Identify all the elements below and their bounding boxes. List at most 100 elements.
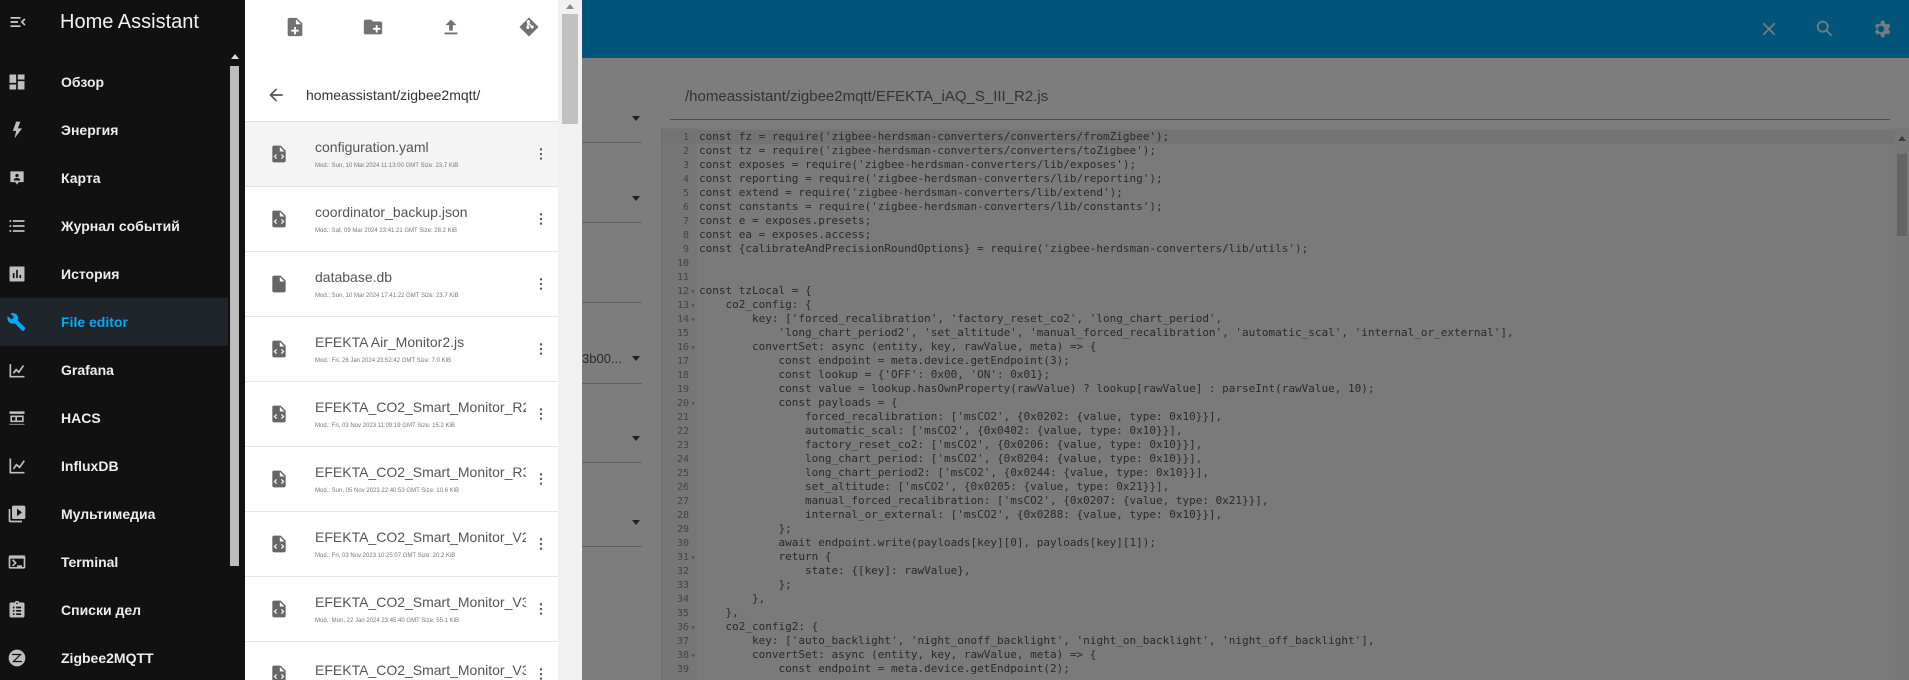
map-icon <box>0 154 34 202</box>
sidebar-item-grafana[interactable]: Grafana <box>0 346 228 394</box>
upload-icon[interactable] <box>412 0 490 54</box>
file-meta: Mod.: Sun, 10 Mar 2024 17:41:22 GMT Size… <box>315 293 459 299</box>
file-code-icon <box>245 187 298 251</box>
file-code-icon <box>245 317 298 381</box>
file-list-item[interactable]: configuration.yaml Mod.: Sun, 10 Mar 2024… <box>245 122 558 187</box>
file-browser-path-row: homeassistant/zigbee2mqtt/ <box>245 68 558 122</box>
file-name: EFEKTA Air_Monitor2.js <box>315 334 465 350</box>
sidebar-item-file-editor[interactable]: File editor <box>0 298 228 346</box>
file-text: configuration.yaml Mod.: Sun, 10 Mar 2024… <box>298 139 526 169</box>
sidebar-item-zigbee2mqtt[interactable]: Zigbee2MQTT <box>0 634 228 680</box>
console-icon <box>0 538 34 586</box>
file-list-item[interactable]: database.db Mod.: Sun, 10 Mar 2024 17:41:… <box>245 252 558 317</box>
file-code-icon <box>245 382 298 446</box>
sidebar-header: Home Assistant <box>0 0 245 44</box>
dashboard-icon <box>0 58 34 106</box>
new-folder-icon[interactable] <box>334 0 412 54</box>
file-meta: Mod.: Sun, 05 Nov 2023 22:40:53 GMT Size… <box>315 488 459 494</box>
file-text: EFEKTA_CO2_Smart_Monitor_V3. Mod.: Mon, 2… <box>298 594 526 624</box>
file-text: EFEKTA_CO2_Smart_Monitor_V2. Mod.: Fri, 0… <box>298 529 526 559</box>
back-arrow-icon[interactable] <box>245 68 295 122</box>
more-vertical-icon[interactable] <box>526 187 556 251</box>
wrench-icon <box>0 298 34 346</box>
sidebar-item-списки-дел[interactable]: Списки дел <box>0 586 228 634</box>
file-meta: Mod.: Mon, 22 Jan 2024 23:45:40 GMT Size… <box>315 618 459 624</box>
scroll-up-icon[interactable] <box>566 4 574 9</box>
sidebar-item-terminal[interactable]: Terminal <box>0 538 228 586</box>
file-list-item[interactable]: EFEKTA_CO2_Smart_Monitor_R3. Mod.: Sun, 0… <box>245 447 558 512</box>
file-name: EFEKTA_CO2_Smart_Monitor_R2. <box>315 399 526 415</box>
git-icon[interactable] <box>490 0 568 54</box>
sidebar-item-label: Обзор <box>61 74 105 90</box>
file-list-scrollbar[interactable] <box>558 0 582 680</box>
more-vertical-icon[interactable] <box>526 317 556 381</box>
file-name: database.db <box>315 269 393 285</box>
more-vertical-icon[interactable] <box>526 382 556 446</box>
file-list-item[interactable]: coordinator_backup.json Mod.: Sat, 09 Mar… <box>245 187 558 252</box>
sidebar-item-обзор[interactable]: Обзор <box>0 58 228 106</box>
file-list-item[interactable]: EFEKTA_CO2_Smart_Monitor_R2. Mod.: Fri, 0… <box>245 382 558 447</box>
sidebar-item-энергия[interactable]: Энергия <box>0 106 228 154</box>
sidebar-item-label: Grafana <box>61 362 114 378</box>
file-code-icon <box>245 447 298 511</box>
sidebar-item-история[interactable]: История <box>0 250 228 298</box>
file-browser-toolbar <box>245 0 582 54</box>
current-folder-path: homeassistant/zigbee2mqtt/ <box>306 86 481 103</box>
scrollbar-thumb[interactable] <box>230 66 239 566</box>
file-name: EFEKTA_CO2_Smart_Monitor_V3. <box>315 662 526 678</box>
sidebar-item-label: InfluxDB <box>61 458 119 474</box>
sidebar-title: Home Assistant <box>60 10 199 33</box>
file-meta: Mod.: Sun, 10 Mar 2024 11:13:00 GMT Size… <box>315 163 459 169</box>
grafana-icon <box>0 346 34 394</box>
more-vertical-icon[interactable] <box>526 577 556 641</box>
file-name: coordinator_backup.json <box>315 204 468 220</box>
sidebar-item-influxdb[interactable]: InfluxDB <box>0 442 228 490</box>
file-text: coordinator_backup.json Mod.: Sat, 09 Mar… <box>298 204 526 234</box>
more-vertical-icon[interactable] <box>526 122 556 186</box>
file-name: configuration.yaml <box>315 139 429 155</box>
file-code-icon <box>245 577 298 641</box>
file-text: EFEKTA_CO2_Smart_Monitor_R2. Mod.: Fri, 0… <box>298 399 526 429</box>
file-list-item[interactable]: EFEKTA_CO2_Smart_Monitor_V2. Mod.: Fri, 0… <box>245 512 558 577</box>
file-code-icon <box>245 512 298 576</box>
sidebar-item-карта[interactable]: Карта <box>0 154 228 202</box>
more-vertical-icon[interactable] <box>526 642 556 680</box>
clipboard-list-icon <box>0 586 34 634</box>
file-meta: Mod.: Fri, 03 Nov 2023 11:09:19 GMT Size… <box>315 423 455 429</box>
more-vertical-icon[interactable] <box>526 252 556 316</box>
sidebar-item-журнал-событий[interactable]: Журнал событий <box>0 202 228 250</box>
sidebar-item-label: Мультимедиа <box>61 506 156 522</box>
sidebar-item-label: File editor <box>61 314 128 330</box>
more-vertical-icon[interactable] <box>526 447 556 511</box>
scroll-up-icon[interactable] <box>231 54 239 59</box>
line-chart-icon <box>0 442 34 490</box>
more-vertical-icon[interactable] <box>526 512 556 576</box>
file-list-item[interactable]: EFEKTA_CO2_Smart_Monitor_V3. <box>245 642 558 680</box>
sidebar-item-label: Списки дел <box>61 602 142 618</box>
hacs-icon <box>0 394 34 442</box>
file-meta: Mod.: Fri, 03 Nov 2023 10:25:07 GMT Size… <box>315 553 456 559</box>
file-list-item[interactable]: EFEKTA_CO2_Smart_Monitor_V3. Mod.: Mon, 2… <box>245 577 558 642</box>
chart-box-icon <box>0 250 34 298</box>
sidebar-item-мультимедиа[interactable]: Мультимедиа <box>0 490 228 538</box>
sidebar-item-label: Zigbee2MQTT <box>61 650 154 666</box>
file-text: database.db Mod.: Sun, 10 Mar 2024 17:41:… <box>298 269 526 299</box>
file-name: EFEKTA_CO2_Smart_Monitor_R3. <box>315 464 526 480</box>
zigbee-icon <box>0 634 34 680</box>
file-name: EFEKTA_CO2_Smart_Monitor_V3. <box>315 594 526 610</box>
sidebar-item-label: Энергия <box>61 122 119 138</box>
file-code-icon <box>245 122 298 186</box>
sidebar-item-label: История <box>61 266 120 282</box>
sidebar-item-hacs[interactable]: HACS <box>0 394 228 442</box>
lightning-icon <box>0 106 34 154</box>
new-file-icon[interactable] <box>256 0 334 54</box>
menu-collapse-icon[interactable] <box>0 0 36 44</box>
file-name: EFEKTA_CO2_Smart_Monitor_V2. <box>315 529 526 545</box>
file-meta: Mod.: Fri, 26 Jan 2024 23:52:42 GMT Size… <box>315 358 451 364</box>
scrollbar-thumb[interactable] <box>562 14 578 124</box>
file-code-icon <box>245 642 298 680</box>
play-box-icon <box>0 490 34 538</box>
file-list-item[interactable]: EFEKTA Air_Monitor2.js Mod.: Fri, 26 Jan … <box>245 317 558 382</box>
file-browser-panel: homeassistant/zigbee2mqtt/ configuration… <box>245 0 582 680</box>
sidebar-scrollbar[interactable] <box>229 54 241 680</box>
